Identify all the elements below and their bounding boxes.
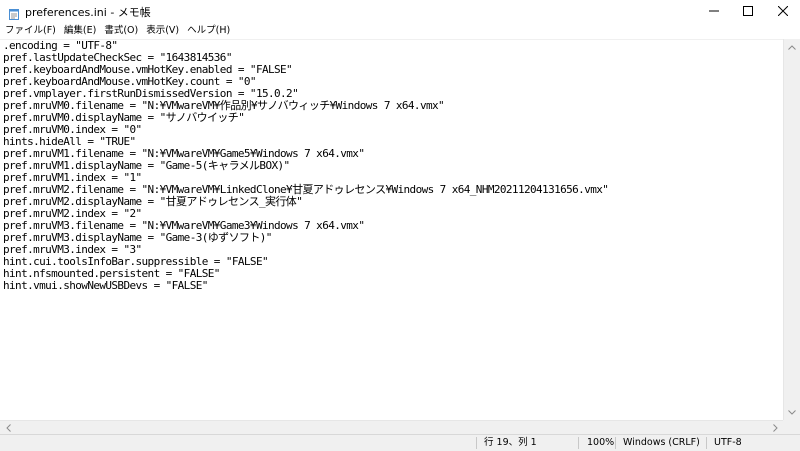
menu-edit[interactable]: 編集(E): [60, 22, 100, 39]
minimize-icon: [709, 10, 719, 12]
scroll-up-button[interactable]: [784, 39, 800, 55]
menu-file[interactable]: ファイル(F): [0, 22, 60, 39]
chevron-right-icon: [772, 423, 778, 432]
scrollbar-corner: [783, 420, 800, 434]
notepad-icon: [8, 5, 20, 20]
scroll-left-button[interactable]: [0, 421, 16, 434]
title-bar[interactable]: preferences.ini - メモ帳: [0, 0, 800, 22]
status-cursor-position: 行 19、列 1: [484, 437, 537, 448]
status-encoding: UTF-8: [714, 437, 742, 448]
status-line-ending: Windows (CRLF): [623, 437, 700, 448]
window-title: preferences.ini - メモ帳: [25, 6, 151, 19]
menu-help[interactable]: ヘルプ(H): [183, 22, 234, 39]
editor-line: hint.vmui.showNewUSBDevs = "FALSE": [3, 279, 208, 292]
status-separator: [706, 437, 707, 449]
status-separator: [578, 437, 579, 449]
status-separator: [615, 437, 616, 449]
minimize-button[interactable]: [697, 0, 731, 22]
chevron-up-icon: [788, 44, 796, 50]
maximize-button[interactable]: [731, 0, 765, 22]
scroll-right-button[interactable]: [767, 421, 783, 434]
menu-bar: ファイル(F) 編集(E) 書式(O) 表示(V) ヘルプ(H): [0, 22, 800, 39]
status-separator: [476, 437, 477, 449]
chevron-left-icon: [5, 423, 11, 432]
notepad-window: preferences.ini - メモ帳 ファイル(F) 編集(E) 書式(O…: [0, 0, 800, 451]
status-bar: 行 19、列 1 100% Windows (CRLF) UTF-8: [0, 434, 800, 451]
horizontal-scrollbar[interactable]: [0, 420, 783, 434]
status-zoom: 100%: [587, 437, 615, 448]
maximize-icon: [743, 6, 753, 16]
chevron-down-icon: [788, 409, 796, 415]
menu-format[interactable]: 書式(O): [100, 22, 142, 39]
menu-view[interactable]: 表示(V): [142, 22, 183, 39]
vertical-scrollbar[interactable]: [783, 39, 800, 420]
text-editor[interactable]: .encoding = "UTF-8" pref.lastUpdateCheck…: [0, 39, 783, 421]
close-icon: [778, 6, 788, 16]
close-button[interactable]: [766, 0, 800, 22]
scroll-down-button[interactable]: [784, 404, 800, 420]
